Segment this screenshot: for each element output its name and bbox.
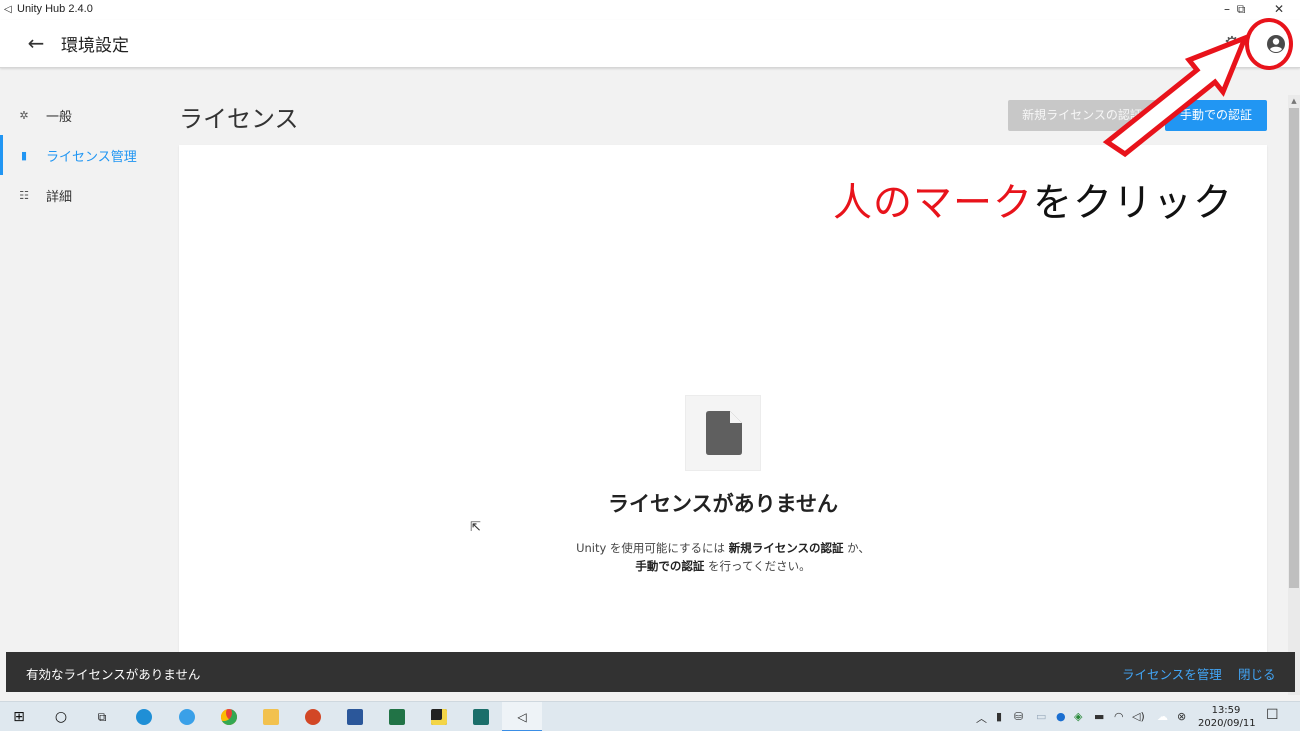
snackbar: 有効なライセンスがありません ライセンスを管理 閉じる <box>6 652 1295 692</box>
task-view-icon[interactable]: ⧉ <box>91 706 113 728</box>
cloud-icon[interactable]: ☁ <box>1157 710 1168 723</box>
manage-license-link[interactable]: ライセンスを管理 <box>1122 664 1222 683</box>
annotation-text-black: をクリック <box>1033 181 1234 226</box>
annotation-arrow-icon <box>1102 33 1250 158</box>
windows-taskbar: ⊞ ○ ⧉ ◁ ︿ ▮ ⛁ ▭ ● ◈ ▬ ◠ ◁) ☁ ⊗ 13:59 202… <box>0 701 1300 731</box>
file-icon <box>706 411 742 455</box>
sidebar-item-label: 詳細 <box>46 189 73 205</box>
sidebar-item-license-management[interactable]: ▮ ライセンス管理 <box>0 135 160 175</box>
terminal-app-icon[interactable] <box>470 706 492 728</box>
mouse-cursor-icon: ⇱ <box>470 520 481 535</box>
edge-icon[interactable] <box>133 706 155 728</box>
empty-state-description: Unity を使用可能にするには 新規ライセンスの認証 か、 手動での認証 を行… <box>0 539 1300 575</box>
annotation-text-red: 人のマーク <box>833 181 1034 226</box>
annotation-text: 人のマークをクリック <box>833 172 1233 228</box>
sliders-icon: ☷ <box>19 188 29 202</box>
snackbar-message: 有効なライセンスがありません <box>26 667 201 682</box>
desc-text: を行ってください。 <box>708 559 811 573</box>
powerpoint-icon[interactable] <box>302 706 324 728</box>
tray-expand-icon[interactable]: ︿ <box>976 710 987 726</box>
desc-text: Unity を使用可能にするには <box>576 541 726 555</box>
desc-text: か、 <box>847 541 870 555</box>
wifi-icon[interactable]: ◠ <box>1114 710 1124 723</box>
windows-start-icon[interactable]: ⊞ <box>8 706 30 728</box>
notification-icon[interactable]: ☐ <box>1266 707 1279 723</box>
sidebar-item-general[interactable]: ✲ 一般 <box>0 95 160 135</box>
restore-button[interactable]: ⧉ <box>1221 0 1261 20</box>
page-title: ライセンス <box>179 105 299 133</box>
scrollbar-thumb[interactable] <box>1289 108 1299 588</box>
device-icon[interactable]: ▭ <box>1036 710 1046 723</box>
empty-state-icon-box <box>685 395 761 471</box>
document-icon: ▮ <box>20 148 28 162</box>
volume-icon[interactable]: ◁) <box>1132 710 1145 723</box>
sidebar-item-advanced[interactable]: ☷ 詳細 <box>0 175 160 215</box>
microphone-icon[interactable]: ▮ <box>996 710 1002 723</box>
network-share-icon[interactable]: ⛁ <box>1014 710 1023 723</box>
window-title: Unity Hub 2.4.0 <box>17 3 93 15</box>
search-icon[interactable]: ○ <box>50 706 72 728</box>
back-arrow-icon[interactable]: ← <box>22 29 50 57</box>
sidebar-item-label: 一般 <box>46 109 73 125</box>
taskbar-clock[interactable]: 13:59 2020/09/11 <box>1198 704 1256 730</box>
file-explorer-icon[interactable] <box>260 706 282 728</box>
bluetooth-icon[interactable]: ● <box>1056 710 1066 723</box>
scroll-up-icon[interactable]: ▲ <box>1289 97 1299 107</box>
desc-manual-text: 手動での認証 <box>635 559 705 573</box>
desc-new-license-text: 新規ライセンスの認証 <box>728 541 844 555</box>
gear-small-icon: ✲ <box>19 108 29 122</box>
clock-time: 13:59 <box>1211 705 1241 716</box>
word-icon[interactable] <box>344 706 366 728</box>
settings-sidebar: ✲ 一般 ▮ ライセンス管理 ☷ 詳細 <box>0 95 160 215</box>
chrome-icon[interactable] <box>218 706 240 728</box>
snackbar-close-link[interactable]: 閉じる <box>1238 664 1276 683</box>
excel-icon[interactable] <box>386 706 408 728</box>
battery-icon[interactable]: ▬ <box>1094 710 1104 723</box>
clock-date: 2020/09/11 <box>1198 718 1256 729</box>
empty-state-title: ライセンスがありません <box>608 492 838 516</box>
sidebar-item-label: ライセンス管理 <box>46 149 137 165</box>
page-header-title: 環境設定 <box>61 36 129 56</box>
security-shield-icon[interactable]: ◈ <box>1074 710 1082 723</box>
sticky-notes-icon[interactable] <box>428 706 450 728</box>
internet-explorer-icon[interactable] <box>176 706 198 728</box>
close-button[interactable]: ✕ <box>1259 0 1299 20</box>
unity-hub-taskbar-icon[interactable]: ◁ <box>511 706 533 728</box>
unity-logo-icon: ◁ <box>4 4 12 15</box>
window-titlebar: ◁ Unity Hub 2.4.0 – ⧉ ✕ <box>0 0 1300 20</box>
ime-off-icon[interactable]: ⊗ <box>1177 710 1186 723</box>
